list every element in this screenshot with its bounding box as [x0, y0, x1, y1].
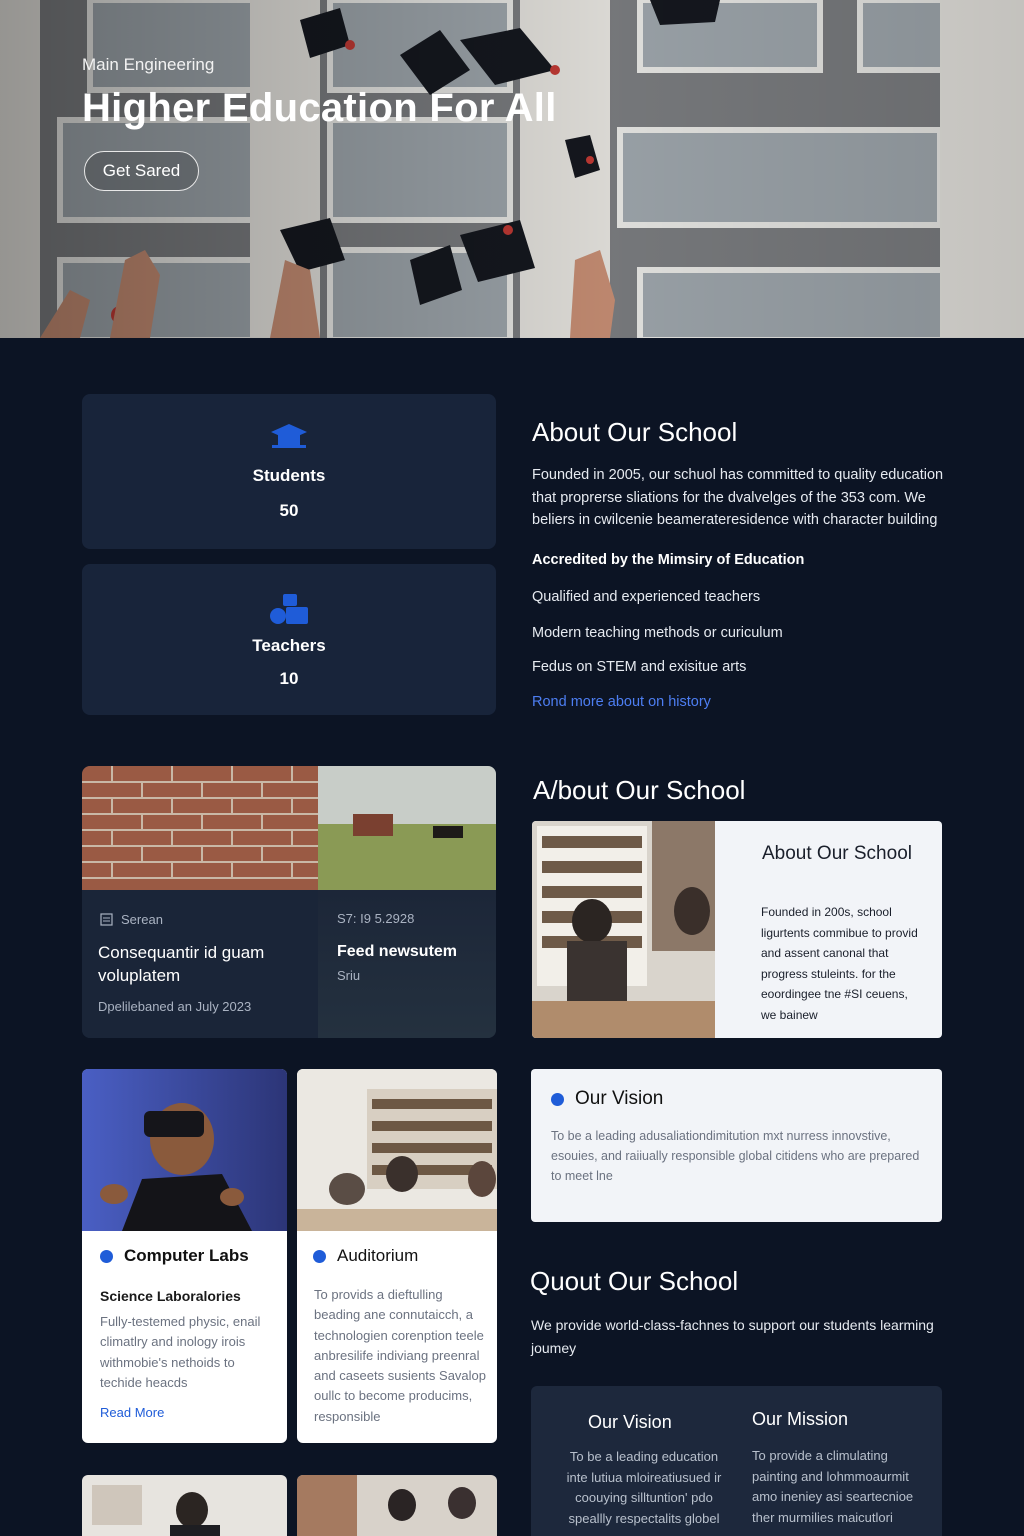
read-more-link[interactable]: Read More: [100, 1405, 164, 1420]
news-headline[interactable]: Consequantir id guam voluplatem: [98, 941, 298, 987]
vision-mission-card: Our Vision To be a leading education int…: [531, 1386, 942, 1536]
about-section-title: Quout Our School: [530, 1266, 739, 1296]
news-card[interactable]: Serean Consequantir id guam voluplatem D…: [82, 766, 496, 1038]
facility-subtitle: Science Laboralories: [100, 1288, 241, 1304]
get-started-button[interactable]: Get Sared: [84, 151, 199, 191]
graduation-cap-icon: [271, 424, 307, 448]
stat-value: 10: [279, 669, 299, 688]
bullet-dot-icon: [313, 1249, 326, 1263]
vision-text: To be a leading education inte lutiua ml…: [566, 1449, 722, 1526]
hero-subtitle: Main Engineering: [82, 55, 215, 74]
mission-heading: Our Mission: [752, 1409, 849, 1429]
about-card: About Our School Founded in 200s, school…: [532, 821, 942, 1038]
vision-text: To be a leading adusaliationdimitution m…: [551, 1129, 920, 1183]
about-feature-item: Accredited by the Mimsiry of Education: [532, 552, 805, 568]
about-feature-item: Qualified and experienced teachers: [532, 589, 761, 605]
teacher-shapes-icon: [270, 594, 308, 624]
news-headline[interactable]: Feed newsutem: [337, 940, 457, 963]
mission-text: To provide a climulating painting and lo…: [752, 1448, 914, 1525]
facility-text: Fully-testemed physic, enail climatlry a…: [100, 1314, 261, 1390]
brick-wall-image: [82, 766, 318, 890]
about-card-title: About Our School: [762, 843, 912, 864]
bullet-dot-icon: [551, 1092, 564, 1106]
news-date: Dpelilebaned an July 2023: [98, 999, 252, 1014]
classroom-thumbnail[interactable]: [82, 1475, 287, 1536]
farm-field-image: [318, 766, 496, 890]
read-more-history-link[interactable]: Rond more about on history: [532, 694, 711, 710]
students-thumbnail[interactable]: [297, 1475, 497, 1536]
about-paragraph: Founded in 2005, our schuol has committe…: [532, 467, 944, 528]
news-category: Serean: [121, 912, 163, 927]
about-section-text: We provide world-class-fachnes to suppor…: [531, 1317, 934, 1356]
facility-text: To provids a dieftulling beading ane con…: [314, 1287, 486, 1424]
stat-label: Students: [252, 466, 326, 485]
vision-card: Our Vision To be a leading adusaliationd…: [531, 1069, 942, 1222]
facility-title: Auditorium: [313, 1246, 418, 1266]
bullet-dot-icon: [100, 1249, 113, 1263]
stat-label: Teachers: [252, 636, 326, 655]
news-subtext: Sriu: [337, 968, 361, 983]
about-card-text: Founded in 200s, school ligurtents commi…: [761, 905, 918, 1022]
teachers-stat-card: Teachers 10: [82, 564, 496, 715]
hero-banner: Main Engineering Higher Education For Al…: [0, 0, 1024, 338]
about-feature-item: Modern teaching methods or curiculum: [532, 625, 783, 641]
stat-value: 50: [279, 501, 299, 520]
students-stat-card: Students 50: [82, 394, 496, 549]
about-title: About Our School: [532, 417, 738, 447]
vision-title: Our Vision: [551, 1088, 663, 1110]
auditorium-students-image: [297, 1069, 497, 1231]
document-icon: [100, 913, 113, 926]
vision-heading: Our Vision: [588, 1412, 672, 1432]
news-date-label: S7: I9 5.2928: [337, 911, 415, 926]
computer-labs-card[interactable]: Computer Labs Science Laboralories Fully…: [82, 1069, 287, 1443]
about-section-title: A/bout Our School: [533, 775, 746, 805]
vr-student-image: [82, 1069, 287, 1231]
library-students-image: [532, 821, 715, 1038]
facility-title: Computer Labs: [100, 1246, 249, 1266]
hero-title: Higher Education For All: [82, 86, 557, 130]
auditorium-card[interactable]: Auditorium To provids a dieftulling bead…: [297, 1069, 497, 1443]
about-feature-item: Fedus on STEM and exisitue arts: [532, 659, 747, 675]
